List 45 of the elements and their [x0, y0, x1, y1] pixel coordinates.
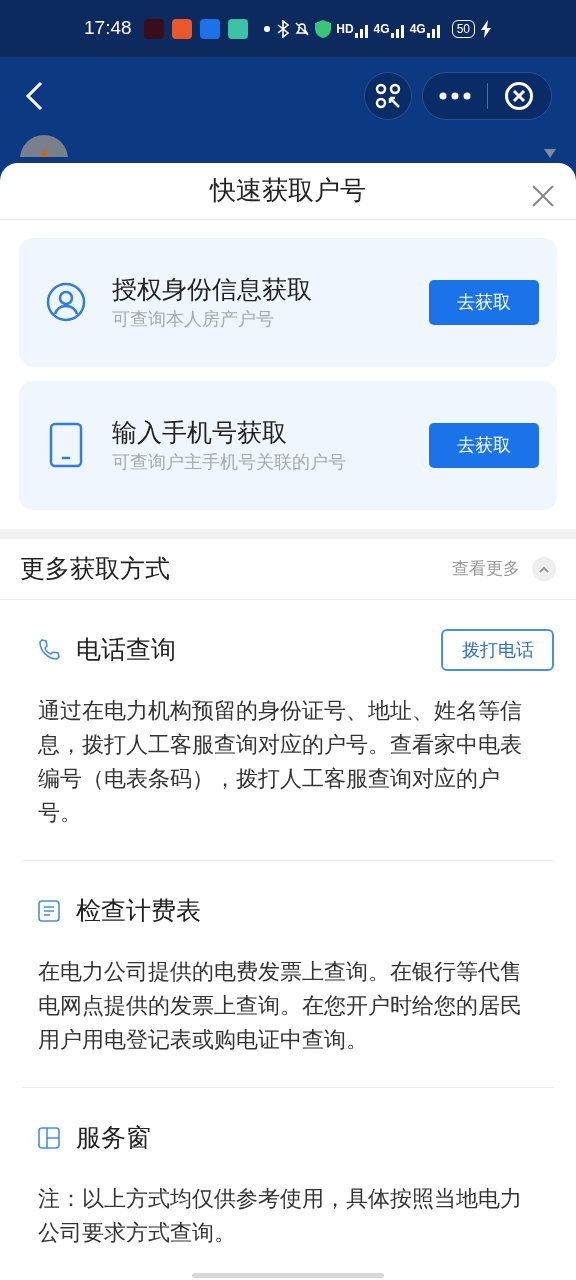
- method-title: 电话查询: [76, 634, 176, 666]
- method-description: 注：以上方式均仅供参考使用，具体按照当地电力公司要求方式查询。: [37, 1185, 523, 1247]
- mobile-phone-icon: [49, 422, 83, 469]
- network-label: 4G: [409, 20, 426, 38]
- phone-icon: [37, 638, 61, 662]
- option-subtitle: 可查询户主手机号关联的户号: [112, 451, 346, 475]
- document-icon: [38, 900, 60, 922]
- method-title: 检查计费表: [76, 895, 201, 927]
- app-notification-icon: [199, 18, 220, 39]
- shield-icon: [315, 19, 332, 38]
- scan-button[interactable]: [364, 72, 412, 120]
- lightning-icon: [480, 19, 492, 38]
- app-notification-icon: [227, 18, 248, 39]
- option-title: 授权身份信息获取: [112, 274, 312, 306]
- scan-icon: [375, 83, 401, 109]
- get-button[interactable]: 去获取: [429, 279, 539, 325]
- battery-indicator: 50: [451, 19, 475, 38]
- sheet-title: 快速获取户号: [210, 174, 366, 208]
- method-title: 服务窗: [76, 1122, 151, 1154]
- app-notification-icon: [143, 18, 164, 39]
- layout-icon: [38, 1127, 60, 1149]
- signal-icon: [354, 23, 369, 38]
- more-icon: [438, 92, 471, 100]
- close-icon: [504, 81, 535, 111]
- view-more-link[interactable]: 查看更多: [452, 556, 520, 582]
- app-notification-icon: [171, 18, 192, 39]
- get-button[interactable]: 去获取: [429, 422, 539, 468]
- muted-bell-icon: [294, 20, 311, 37]
- app-logo: [20, 135, 68, 157]
- call-button[interactable]: 拨打电话: [441, 629, 554, 671]
- network-label: 4G: [373, 20, 390, 38]
- option-title: 输入手机号获取: [112, 417, 288, 449]
- network-label: HD: [336, 20, 354, 38]
- method-description: 通过在电力机构预留的身份证号、地址、姓名等信息，拨打人工客服查询对应的户号。查看家中电表编号（电表条码），拨打人工客服查询对应的户号。: [37, 697, 523, 827]
- status-time: 17:48: [84, 16, 132, 41]
- signal-icon: [426, 23, 441, 38]
- section-heading: 更多获取方式: [20, 553, 170, 585]
- method-description: 在电力公司提供的电费发票上查询。在银行等代售电网点提供的发票上查询。在您开户时给您的居民用户用电登记表或购电证中查询。: [37, 958, 523, 1054]
- dropdown-caret-icon[interactable]: [544, 149, 556, 158]
- user-icon: [46, 282, 86, 323]
- bluetooth-icon: [277, 19, 290, 38]
- option-subtitle: 可查询本人房产户号: [112, 308, 275, 332]
- signal-icon: [390, 23, 405, 38]
- back-icon[interactable]: [24, 81, 44, 111]
- close-icon[interactable]: [532, 185, 554, 207]
